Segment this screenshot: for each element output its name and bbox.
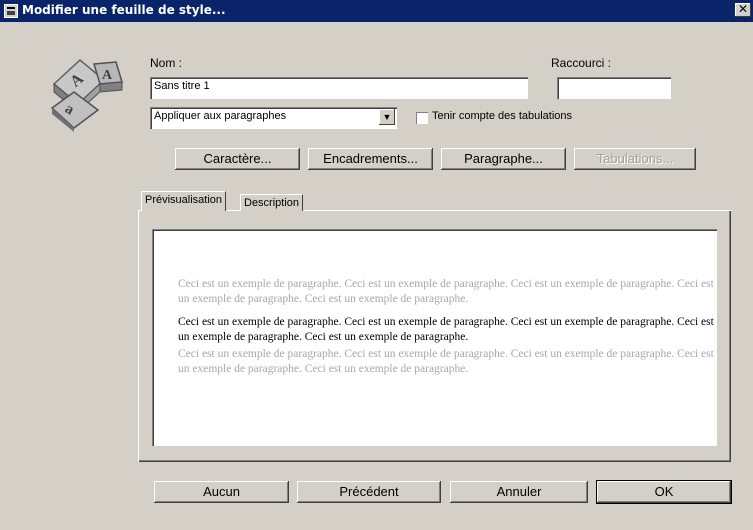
stylesheet-dice-icon: A A a xyxy=(50,59,123,132)
svg-text:A: A xyxy=(102,68,113,83)
preview-paragraph-after: Ceci est un exemple de paragraphe. Ceci … xyxy=(178,348,714,375)
preview-box: Ceci est un exemple de paragraphe. Ceci … xyxy=(152,229,717,446)
shortcut-label: Raccourci : xyxy=(551,56,612,70)
cancel-button[interactable]: Annuler xyxy=(450,481,588,503)
tabs-checkbox[interactable] xyxy=(416,112,428,124)
apply-to-select-value: Appliquer aux paragraphes xyxy=(154,110,287,122)
close-button[interactable]: ✕ xyxy=(735,3,751,17)
borders-button[interactable]: Encadrements... xyxy=(308,148,433,170)
tabulations-button[interactable]: Tabulations... xyxy=(574,148,696,170)
none-button[interactable]: Aucun xyxy=(154,481,289,503)
character-button[interactable]: Caractère... xyxy=(175,148,300,170)
app-window-icon xyxy=(4,4,18,18)
paragraph-button[interactable]: Paragraphe... xyxy=(441,148,566,170)
previous-button[interactable]: Précédent xyxy=(297,481,441,503)
tab-description-label: Description xyxy=(244,197,300,209)
tab-preview[interactable]: Prévisualisation xyxy=(141,191,227,211)
tabs-checkbox-label: Tenir compte des tabulations xyxy=(432,110,573,122)
chevron-down-icon[interactable]: ▼ xyxy=(379,109,395,125)
name-field-value: Sans titre 1 xyxy=(154,80,210,92)
name-label: Nom : xyxy=(150,56,183,70)
tab-preview-label: Prévisualisation xyxy=(145,194,223,206)
window-title: Modifier une feuille de style... xyxy=(22,3,226,17)
ok-button[interactable]: OK xyxy=(597,481,731,503)
tab-description[interactable]: Description xyxy=(240,194,304,211)
apply-to-select[interactable]: Appliquer aux paragraphes ▼ xyxy=(150,107,397,129)
name-field[interactable]: Sans titre 1 xyxy=(150,77,528,99)
title-bar: Modifier une feuille de style... ✕ xyxy=(0,0,753,22)
shortcut-field[interactable] xyxy=(557,77,671,99)
preview-paragraph-current: Ceci est un exemple de paragraphe. Ceci … xyxy=(178,316,714,343)
preview-paragraph-before: Ceci est un exemple de paragraphe. Ceci … xyxy=(178,278,714,305)
